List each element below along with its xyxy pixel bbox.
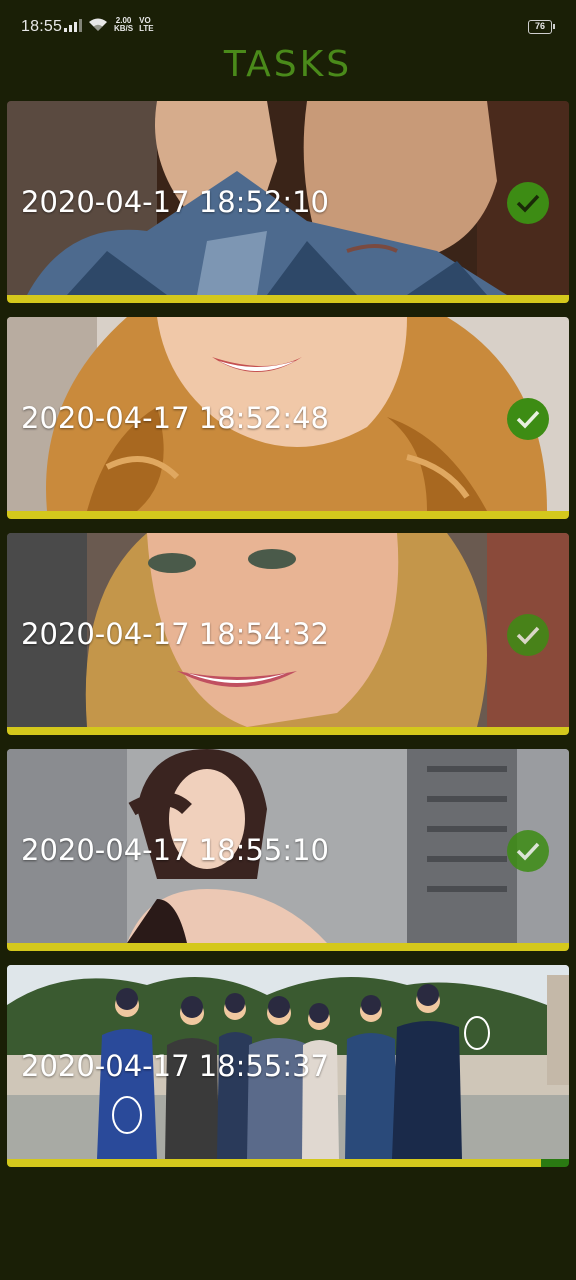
task-progress-fill bbox=[7, 511, 569, 519]
task-progress-bar bbox=[7, 511, 569, 519]
task-timestamp: 2020-04-17 18:55:10 bbox=[21, 833, 329, 867]
status-icons: 2.00 KB/S VO LTE bbox=[64, 17, 154, 33]
task-timestamp: 2020-04-17 18:54:32 bbox=[21, 617, 329, 651]
battery-icon: 76 bbox=[528, 20, 555, 34]
task-card[interactable]: 2020-04-17 18:52:10 bbox=[7, 101, 569, 303]
task-progress-bar bbox=[7, 727, 569, 735]
network-speed: 2.00 KB/S bbox=[114, 16, 134, 33]
task-timestamp: 2020-04-17 18:52:48 bbox=[21, 401, 329, 435]
status-time: 18:55 bbox=[21, 18, 63, 35]
task-card[interactable]: 2020-04-17 18:55:10 bbox=[7, 749, 569, 951]
task-card[interactable]: 2020-04-17 18:54:32 bbox=[7, 533, 569, 735]
task-timestamp: 2020-04-17 18:55:37 bbox=[21, 1049, 329, 1083]
task-timestamp: 2020-04-17 18:52:10 bbox=[21, 185, 329, 219]
task-progress-fill bbox=[7, 1159, 541, 1167]
check-icon bbox=[507, 398, 549, 440]
task-card[interactable]: 2020-04-17 18:55:37 bbox=[7, 965, 569, 1167]
check-icon bbox=[507, 614, 549, 656]
wifi-icon bbox=[89, 18, 107, 31]
task-card[interactable]: 2020-04-17 18:52:48 bbox=[7, 317, 569, 519]
task-progress-bar bbox=[7, 295, 569, 303]
signal-icon bbox=[64, 18, 82, 32]
task-progress-fill bbox=[7, 727, 569, 735]
task-progress-bar bbox=[7, 1159, 569, 1167]
task-list: 2020-04-17 18:52:10 2020-04-17 18:52:48 bbox=[7, 101, 569, 1181]
task-progress-fill bbox=[7, 295, 569, 303]
task-progress-fill bbox=[7, 943, 569, 951]
volte-indicator: VO LTE bbox=[139, 16, 154, 33]
check-icon bbox=[507, 830, 549, 872]
page-title: TASKS bbox=[223, 44, 353, 85]
check-icon bbox=[507, 182, 549, 224]
task-progress-bar bbox=[7, 943, 569, 951]
